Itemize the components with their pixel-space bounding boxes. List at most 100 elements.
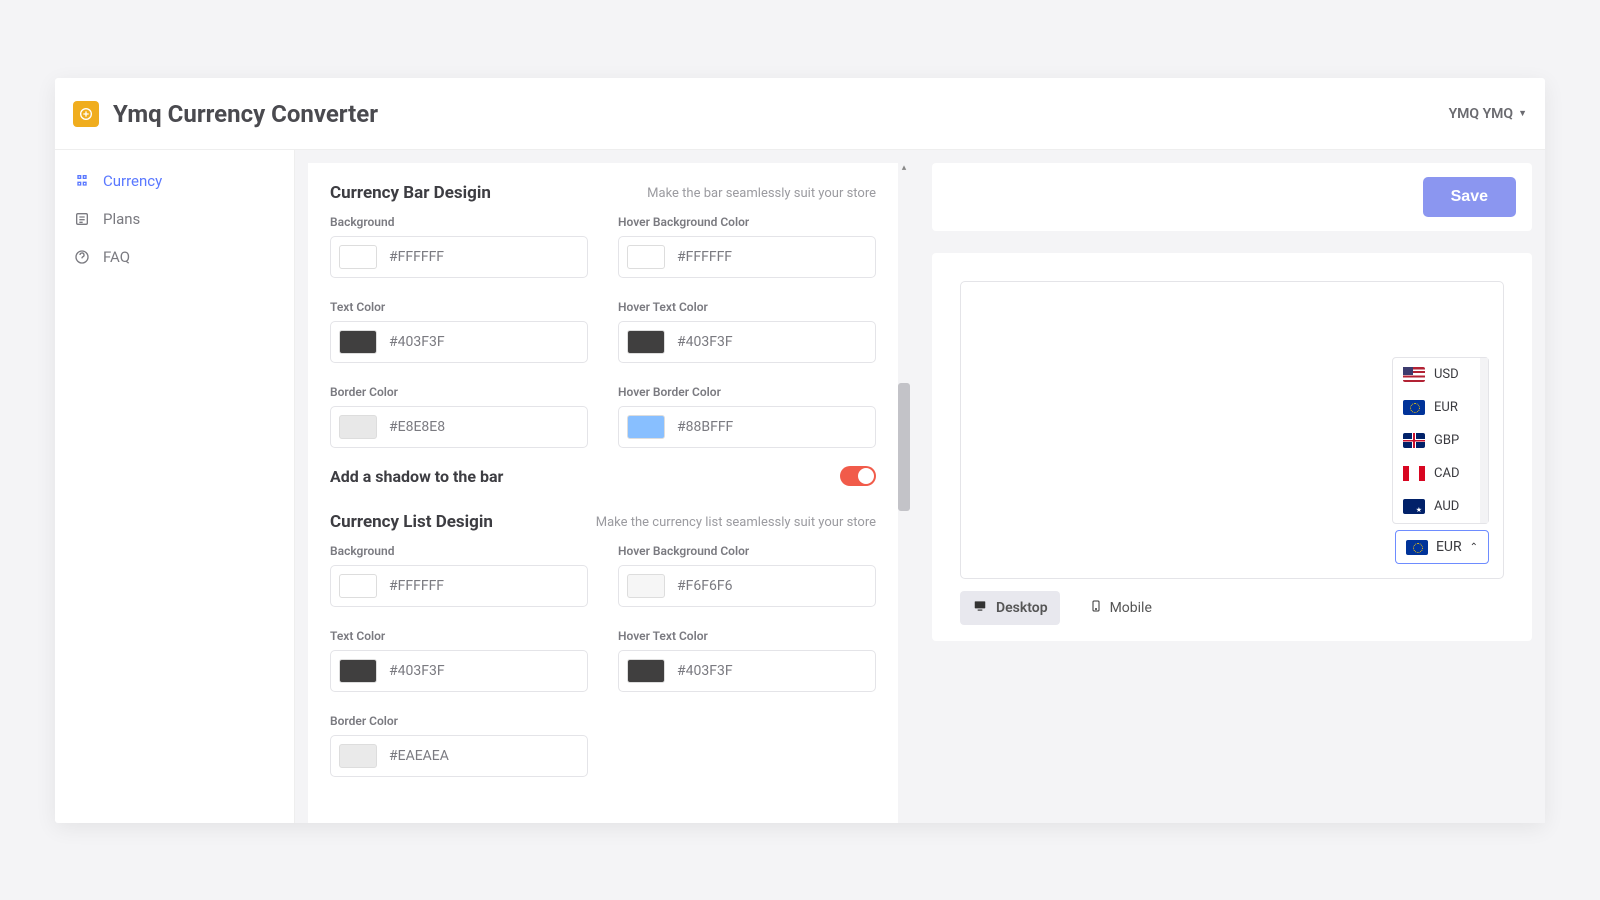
flag-eur-icon (1403, 400, 1425, 415)
currency-option-gbp[interactable]: GBP (1393, 424, 1488, 457)
color-input-list-bg[interactable]: #FFFFFF (330, 565, 588, 607)
settings-panel: Currency Bar Desigin Make the bar seamle… (308, 163, 898, 823)
currency-code: CAD (1434, 466, 1459, 481)
save-button[interactable]: Save (1423, 177, 1516, 217)
section-title: Currency Bar Desigin (330, 183, 491, 203)
section-head-list: Currency List Desigin Make the currency … (330, 512, 876, 532)
color-value: #403F3F (389, 663, 445, 679)
color-swatch (339, 744, 377, 768)
preview-card: USD EUR GBP (932, 253, 1532, 641)
currency-icon (73, 173, 91, 189)
app-title: Ymq Currency Converter (113, 100, 378, 128)
color-input-list-text[interactable]: #403F3F (330, 650, 588, 692)
sidebar-item-plans[interactable]: Plans (55, 200, 294, 238)
field-bar-border: Border Color #E8E8E8 (330, 385, 588, 448)
color-input-bar-bg[interactable]: #FFFFFF (330, 236, 588, 278)
sidebar-item-currency[interactable]: Currency (55, 162, 294, 200)
currency-selector[interactable]: EUR ⌃ (1395, 530, 1489, 564)
flag-aud-icon (1403, 499, 1425, 514)
color-swatch (627, 415, 665, 439)
color-value: #F6F6F6 (677, 578, 732, 594)
shadow-toggle-row: Add a shadow to the bar (330, 466, 876, 486)
field-list-text: Text Color #403F3F (330, 629, 588, 692)
currency-code: USD (1434, 367, 1459, 382)
color-swatch (627, 659, 665, 683)
main: Currency Bar Desigin Make the bar seamle… (295, 150, 1545, 823)
list-fields: Background #FFFFFF Hover Background Colo… (330, 544, 876, 777)
preview-canvas: USD EUR GBP (960, 281, 1504, 579)
currency-list: USD EUR GBP (1392, 357, 1489, 524)
topbar: Ymq Currency Converter YMQ YMQ ▼ (55, 78, 1545, 150)
preview-column: Save USD EUR (932, 163, 1532, 823)
save-bar: Save (932, 163, 1532, 231)
flag-usd-icon (1403, 367, 1425, 382)
section-title: Currency List Desigin (330, 512, 493, 532)
color-input-bar-border[interactable]: #E8E8E8 (330, 406, 588, 448)
field-label: Background (330, 544, 588, 558)
settings-scrollbar[interactable]: ▴ (898, 163, 910, 823)
color-input-bar-text[interactable]: #403F3F (330, 321, 588, 363)
currency-list-scrollbar[interactable] (1480, 358, 1488, 523)
selected-currency-code: EUR (1436, 539, 1462, 555)
currency-option-eur[interactable]: EUR (1393, 391, 1488, 424)
field-bar-hborder: Hover Border Color #88BFFF (618, 385, 876, 448)
section-subtitle: Make the currency list seamlessly suit y… (596, 515, 876, 530)
shadow-toggle[interactable] (840, 466, 876, 486)
tab-mobile[interactable]: Mobile (1078, 591, 1164, 625)
chevron-up-icon: ⌃ (1470, 542, 1478, 553)
color-swatch (627, 245, 665, 269)
section-subtitle: Make the bar seamlessly suit your store (647, 186, 876, 201)
currency-code: GBP (1434, 433, 1459, 448)
color-swatch (339, 574, 377, 598)
color-value: #EAEAEA (389, 748, 449, 764)
field-label: Text Color (330, 300, 588, 314)
scroll-up-icon: ▴ (898, 163, 910, 175)
currency-option-usd[interactable]: USD (1393, 358, 1488, 391)
device-tabs: Desktop Mobile (960, 591, 1504, 625)
sidebar-label: Currency (103, 172, 162, 190)
brand-logo-icon (73, 101, 99, 127)
color-input-list-border[interactable]: #EAEAEA (330, 735, 588, 777)
flag-gbp-icon (1403, 433, 1425, 448)
field-label: Border Color (330, 385, 588, 399)
color-input-bar-htext[interactable]: #403F3F (618, 321, 876, 363)
color-swatch (339, 330, 377, 354)
mobile-icon (1090, 598, 1102, 618)
flag-cad-icon (1403, 466, 1425, 481)
field-label: Hover Text Color (618, 300, 876, 314)
field-label: Text Color (330, 629, 588, 643)
field-bar-bg: Background #FFFFFF (330, 215, 588, 278)
field-list-border: Border Color #EAEAEA (330, 714, 588, 777)
color-swatch (339, 659, 377, 683)
scroll-thumb[interactable] (898, 383, 910, 511)
currency-option-cad[interactable]: CAD (1393, 457, 1488, 490)
field-label: Hover Background Color (618, 215, 876, 229)
field-label: Border Color (330, 714, 588, 728)
flag-eur-icon (1406, 540, 1428, 555)
field-bar-hbg: Hover Background Color #FFFFFF (618, 215, 876, 278)
color-value: #88BFFF (677, 419, 733, 435)
body-row: Currency Plans FAQ Currency Bar Desigin (55, 150, 1545, 823)
currency-code: AUD (1434, 499, 1459, 514)
currency-code: EUR (1434, 400, 1458, 415)
tab-label: Mobile (1110, 600, 1152, 616)
currency-option-aud[interactable]: AUD (1393, 490, 1488, 523)
color-input-list-hbg[interactable]: #F6F6F6 (618, 565, 876, 607)
plans-icon (73, 211, 91, 227)
color-input-bar-hbg[interactable]: #FFFFFF (618, 236, 876, 278)
color-swatch (627, 330, 665, 354)
section-head-bar: Currency Bar Desigin Make the bar seamle… (330, 183, 876, 203)
color-value: #FFFFFF (389, 249, 444, 265)
user-menu[interactable]: YMQ YMQ ▼ (1449, 106, 1527, 122)
chevron-down-icon: ▼ (1518, 108, 1527, 119)
color-swatch (339, 415, 377, 439)
color-input-list-htext[interactable]: #403F3F (618, 650, 876, 692)
color-input-bar-hborder[interactable]: #88BFFF (618, 406, 876, 448)
brand: Ymq Currency Converter (73, 100, 378, 128)
field-bar-text: Text Color #403F3F (330, 300, 588, 363)
bar-fields: Background #FFFFFF Hover Background Colo… (330, 215, 876, 448)
sidebar-item-faq[interactable]: FAQ (55, 238, 294, 276)
desktop-icon (972, 599, 988, 617)
sidebar: Currency Plans FAQ (55, 150, 295, 823)
tab-desktop[interactable]: Desktop (960, 591, 1060, 625)
